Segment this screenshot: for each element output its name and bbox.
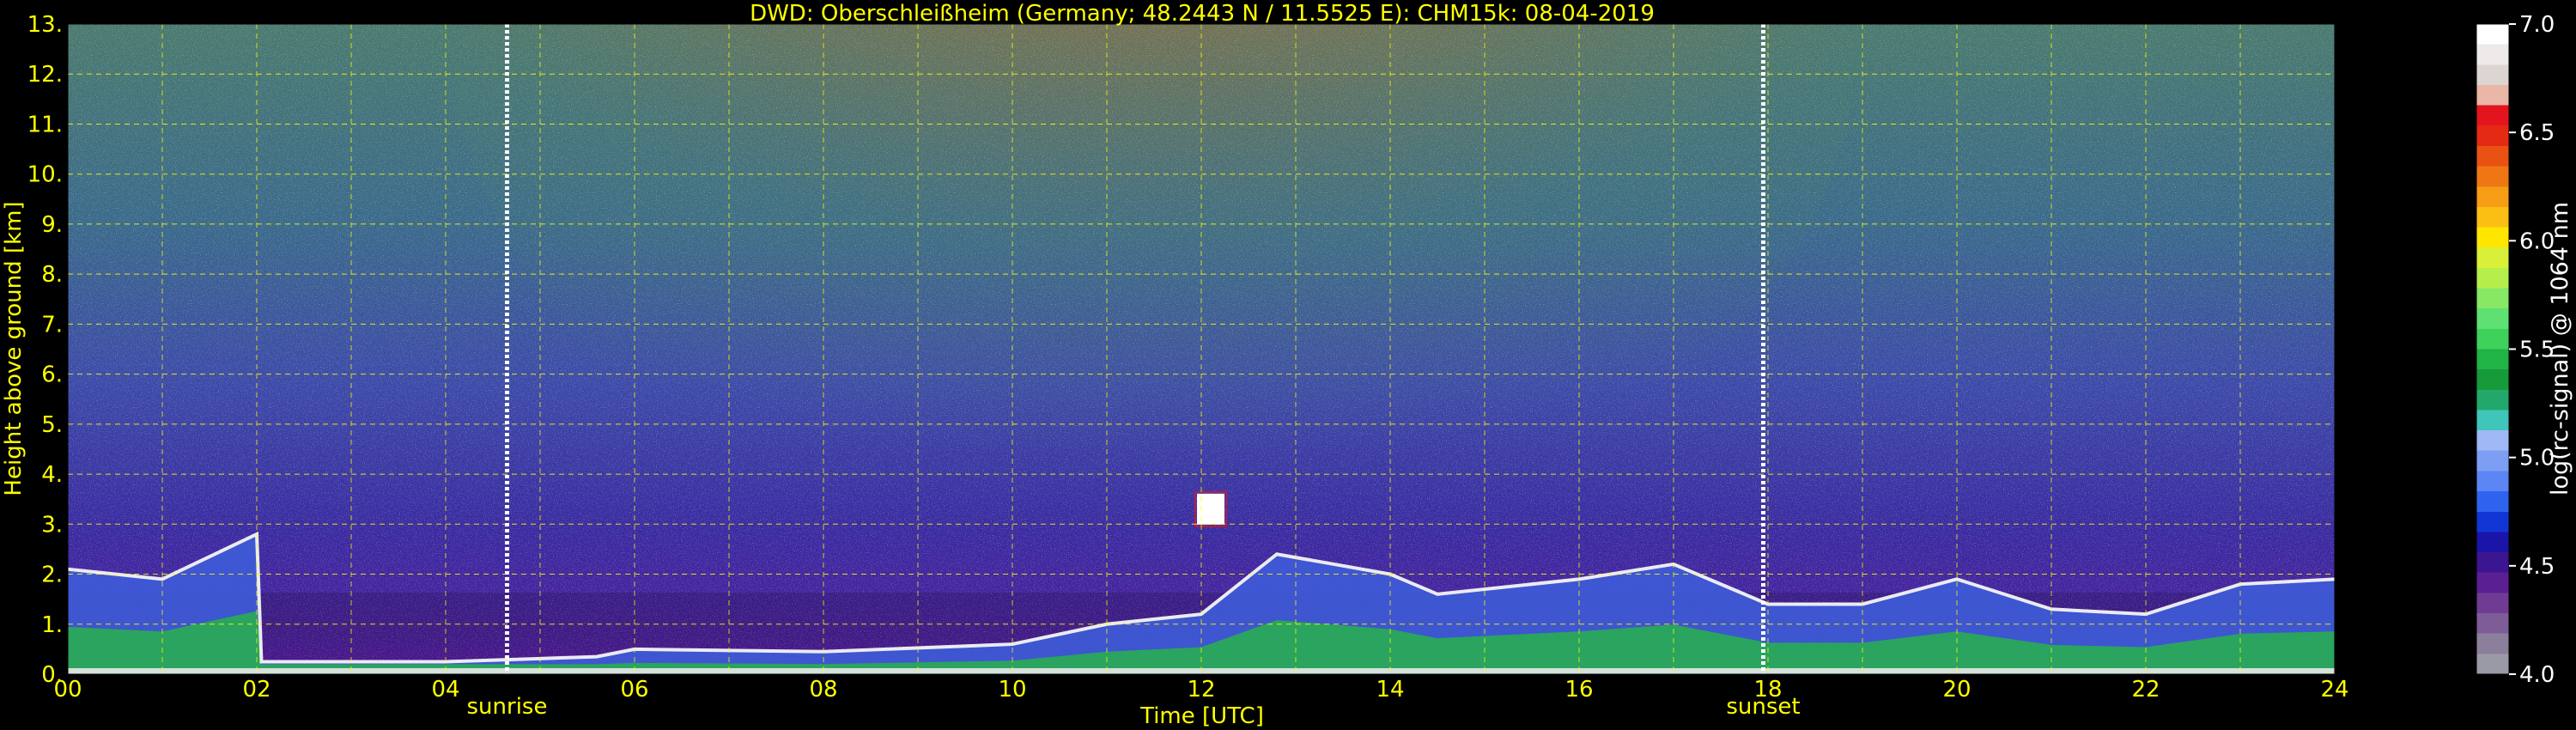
x-tick-label: 04 [431,677,459,703]
y-tick-label: 4. [41,462,63,488]
y-tick-label: 12. [27,62,63,88]
x-tick-label: 08 [809,677,837,703]
plot-area [68,24,2335,674]
x-tick-label: 20 [1942,677,1971,703]
colorbar: 4.04.55.05.56.06.57.0 log(rc-signal) @ 1… [2476,12,2573,688]
colorbar-rect [2476,23,2510,675]
event-labels: sunrise sunset [467,694,1801,720]
colorbar-tick-label: 7.0 [2519,12,2555,38]
colorbar-tick-label: 4.0 [2519,662,2555,688]
y-tick-label: 1. [41,612,63,638]
y-tick-label: 8. [41,262,63,288]
y-tick-label: 6. [41,362,63,388]
y-tick-label: 11. [27,112,63,137]
event-label: sunset [1726,694,1800,720]
y-tick-label: 7. [41,312,63,338]
y-tick-label: 13. [27,12,63,38]
x-tick-label: 06 [620,677,648,703]
y-tick-label: 5. [41,412,63,438]
x-tick-label: 24 [2320,677,2348,703]
colorbar-label: log(rc-signal) @ 1064 nm [2547,202,2573,496]
y-tick-label: 9. [41,212,63,238]
x-tick-label: 10 [998,677,1026,703]
x-tick-label: 00 [53,677,82,703]
x-tick-label: 22 [2131,677,2160,703]
x-axis-ticks: 00 02 04 06 08 10 12 14 16 18 20 22 24 [53,677,2348,703]
x-tick-label: 12 [1187,677,1215,703]
colorbar-tick-label: 4.5 [2519,554,2555,580]
chart-title: DWD: Oberschleißheim (Germany; 48.2443 N… [750,1,1655,27]
x-tick-label: 02 [242,677,270,703]
y-tick-label: 2. [41,563,63,588]
x-tick-label: 14 [1376,677,1404,703]
y-axis-ticks: 0.1.2.3.4.5.6.7.8.9.10.11.12.13. [27,12,63,688]
cloud-features [1194,490,1227,527]
y-axis-label: Height above ground [km] [1,201,27,496]
ceilometer-figure: DWD: Oberschleißheim (Germany; 48.2443 N… [1,1,2573,729]
y-tick-label: 10. [27,162,63,188]
colorbar-tick-label: 6.5 [2519,120,2555,146]
event-label: sunrise [467,694,548,720]
x-axis-label: Time [UTC] [1139,703,1264,729]
y-tick-label: 3. [41,512,63,538]
x-tick-label: 16 [1564,677,1593,703]
